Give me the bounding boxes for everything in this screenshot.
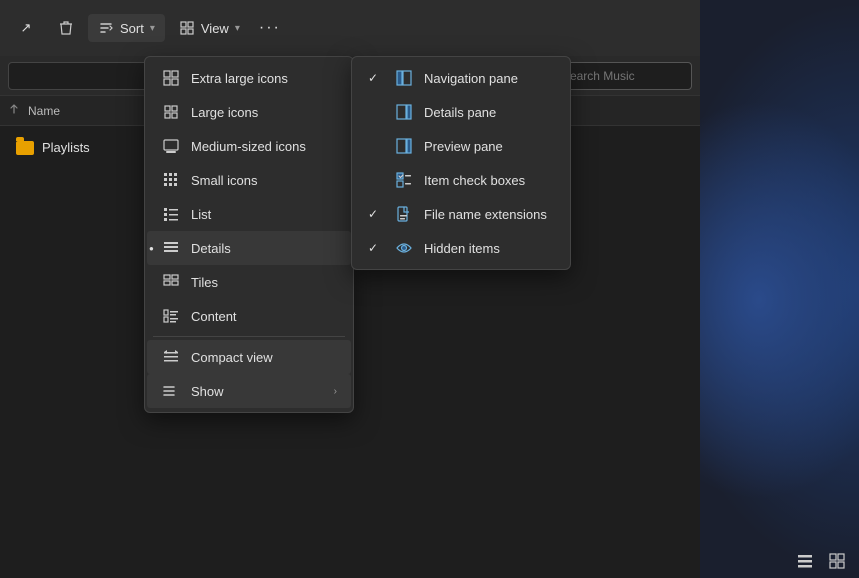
list-label: List — [191, 207, 337, 222]
large-icons-label: Large icons — [191, 105, 337, 120]
more-button[interactable]: ··· — [254, 12, 286, 44]
small-icons-icon — [161, 170, 181, 190]
file-name-extensions-label: File name extensions — [424, 207, 547, 222]
submenu-item-file-name-extensions[interactable]: File name extensions — [354, 197, 568, 231]
view-button[interactable]: View ▾ — [169, 14, 250, 42]
submenu-item-navigation-pane[interactable]: Navigation pane — [354, 61, 568, 95]
submenu-item-preview-pane[interactable]: Preview pane — [354, 129, 568, 163]
folder-icon — [16, 141, 34, 155]
delete-icon — [58, 20, 74, 36]
menu-item-tiles[interactable]: Tiles — [147, 265, 351, 299]
sort-label: Sort — [120, 21, 144, 36]
menu-item-medium-icons[interactable]: Medium-sized icons — [147, 129, 351, 163]
list-view-icon — [797, 553, 813, 572]
share-button[interactable]: ↗ — [8, 14, 44, 42]
view-menu: Extra large icons Large icons Medium-siz… — [144, 56, 354, 413]
tiles-icon — [161, 272, 181, 292]
name-sort-icon — [8, 103, 24, 118]
more-icon: ··· — [259, 19, 281, 37]
menu-item-small-icons[interactable]: Small icons — [147, 163, 351, 197]
status-bar — [783, 546, 859, 578]
menu-separator-1 — [153, 336, 345, 337]
menu-item-show[interactable]: Show › — [147, 374, 351, 408]
toolbar: ↗ Sort ▾ — [0, 0, 700, 56]
view-icon — [179, 20, 195, 36]
details-icon — [161, 238, 181, 258]
hidden-items-icon — [394, 238, 414, 258]
playlists-label: Playlists — [42, 140, 90, 155]
details-pane-label: Details pane — [424, 105, 496, 120]
share-icon: ↗ — [18, 20, 34, 36]
details-label: Details — [191, 241, 337, 256]
delete-button[interactable] — [48, 14, 84, 42]
details-pane-icon — [394, 102, 414, 122]
extra-large-icons-icon — [161, 68, 181, 88]
hidden-items-check — [368, 241, 384, 255]
submenu-item-hidden-items[interactable]: Hidden items — [354, 231, 568, 265]
menu-item-details[interactable]: Details — [147, 231, 351, 265]
file-name-extensions-icon — [394, 204, 414, 224]
search-input[interactable] — [562, 69, 683, 83]
detail-view-icon — [829, 553, 845, 572]
compact-view-icon — [161, 347, 181, 367]
hidden-items-label: Hidden items — [424, 241, 500, 256]
medium-icons-label: Medium-sized icons — [191, 139, 337, 154]
large-icons-icon — [161, 102, 181, 122]
preview-pane-icon — [394, 136, 414, 156]
name-header-label: Name — [28, 104, 60, 118]
file-name-extensions-check — [368, 207, 384, 221]
content-label: Content — [191, 309, 337, 324]
show-arrow: › — [334, 386, 337, 397]
sort-chevron: ▾ — [150, 23, 155, 34]
navigation-pane-check — [368, 71, 384, 85]
navigation-pane-label: Navigation pane — [424, 71, 518, 86]
compact-view-label: Compact view — [191, 350, 337, 365]
menu-item-compact-view[interactable]: Compact view — [147, 340, 351, 374]
item-check-boxes-icon — [394, 170, 414, 190]
item-check-boxes-label: Item check boxes — [424, 173, 525, 188]
sidebar: Playlists — [0, 126, 140, 578]
sort-button[interactable]: Sort ▾ — [88, 14, 165, 42]
medium-icons-icon — [161, 136, 181, 156]
small-icons-label: Small icons — [191, 173, 337, 188]
detail-view-button[interactable] — [823, 550, 851, 574]
preview-pane-label: Preview pane — [424, 139, 503, 154]
sort-icon — [98, 20, 114, 36]
tiles-label: Tiles — [191, 275, 337, 290]
submenu-item-details-pane[interactable]: Details pane — [354, 95, 568, 129]
view-chevron: ▾ — [235, 23, 240, 34]
submenu-item-item-check-boxes[interactable]: Item check boxes — [354, 163, 568, 197]
show-submenu: Navigation pane Details pane Preview pan… — [351, 56, 571, 270]
menu-item-content[interactable]: Content — [147, 299, 351, 333]
show-icon — [161, 381, 181, 401]
list-view-button[interactable] — [791, 550, 819, 574]
navigation-pane-icon — [394, 68, 414, 88]
sidebar-item-playlists[interactable]: Playlists — [4, 134, 136, 161]
menu-item-extra-large-icons[interactable]: Extra large icons — [147, 61, 351, 95]
extra-large-icons-label: Extra large icons — [191, 71, 337, 86]
list-icon — [161, 204, 181, 224]
menu-item-large-icons[interactable]: Large icons — [147, 95, 351, 129]
show-label: Show — [191, 384, 324, 399]
content-icon — [161, 306, 181, 326]
menu-item-list[interactable]: List — [147, 197, 351, 231]
view-label: View — [201, 21, 229, 36]
